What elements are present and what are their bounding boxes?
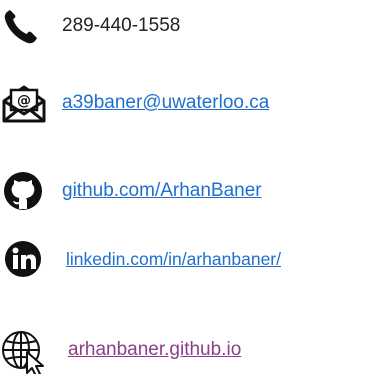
email-link[interactable]: a39baner@uwaterloo.ca	[62, 92, 269, 114]
linkedin-row: linkedin.com/in/arhanbaner/	[0, 238, 385, 278]
github-link[interactable]: github.com/ArhanBaner	[62, 180, 262, 202]
phone-icon	[0, 6, 48, 46]
github-row: github.com/ArhanBaner	[0, 171, 385, 211]
linkedin-link[interactable]: linkedin.com/in/arhanbaner/	[66, 248, 281, 270]
website-link[interactable]: arhanbaner.github.io	[68, 339, 241, 361]
svg-text:@: @	[17, 93, 31, 109]
website-row: arhanbaner.github.io	[0, 330, 385, 374]
phone-number: 289-440-1558	[62, 15, 181, 36]
email-row: @ a39baner@uwaterloo.ca	[0, 83, 385, 123]
globe-cursor-icon	[0, 330, 48, 374]
github-icon	[0, 171, 48, 211]
email-icon: @	[0, 83, 48, 123]
linkedin-icon	[0, 238, 48, 278]
phone-row: 289-440-1558	[0, 6, 385, 46]
